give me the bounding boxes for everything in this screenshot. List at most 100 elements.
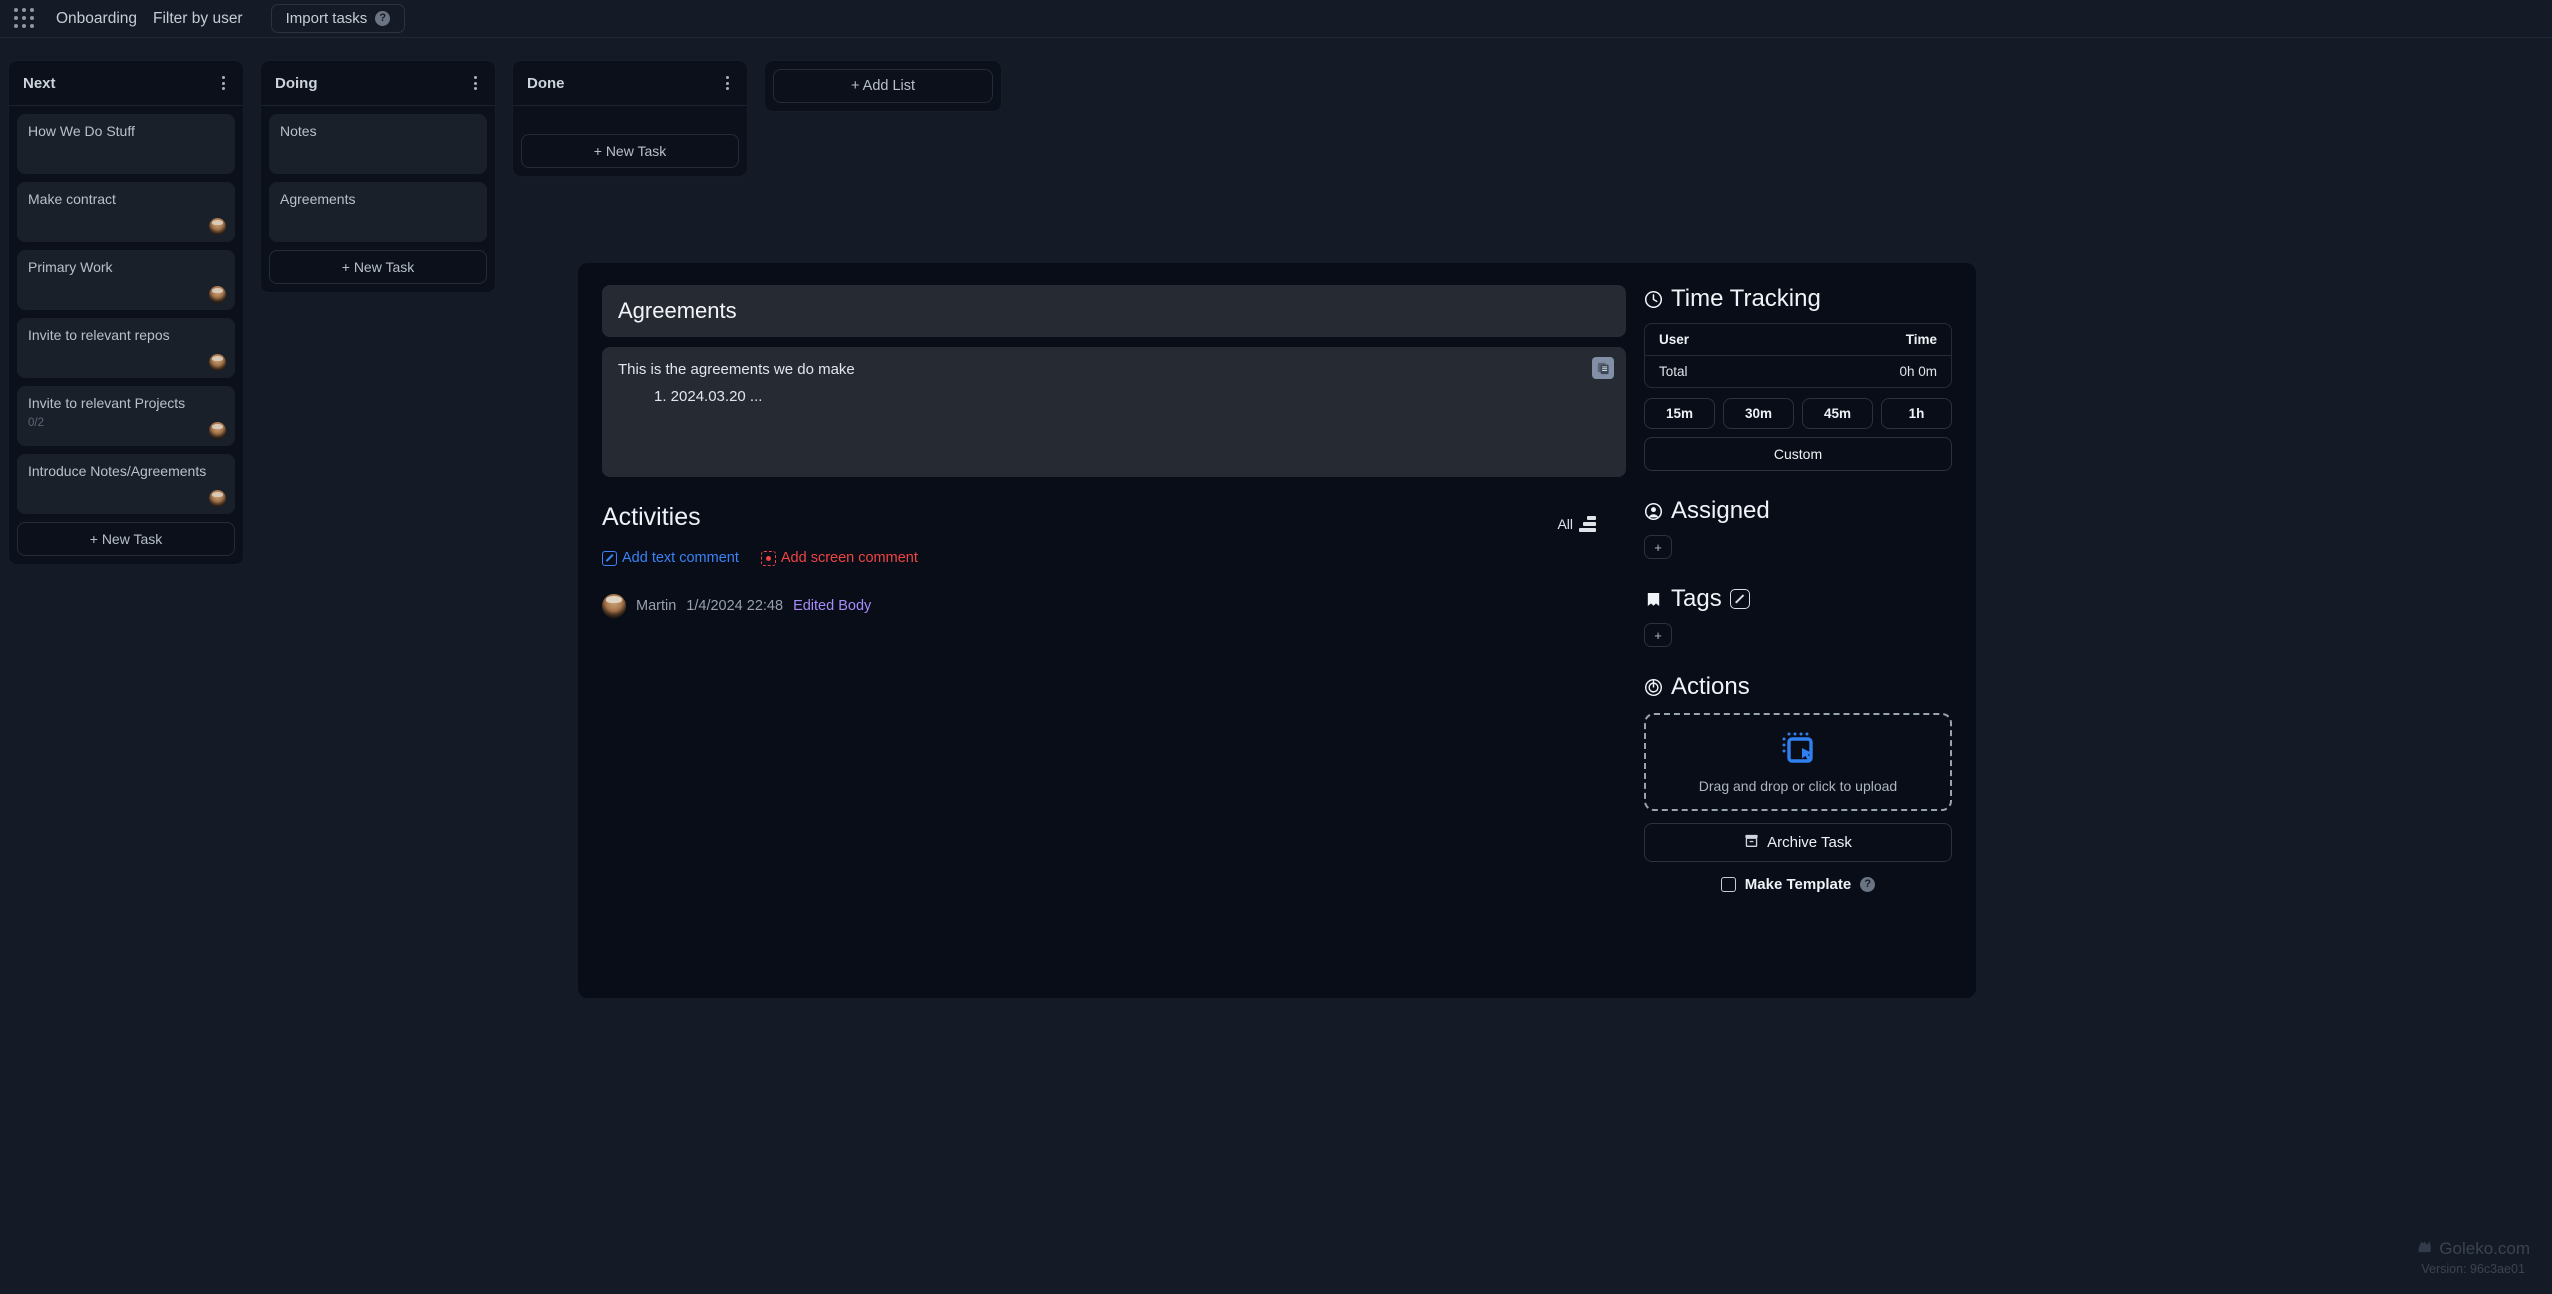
screen-target-icon — [760, 550, 776, 566]
task-card[interactable]: Primary Work — [17, 250, 235, 310]
task-card-title: How We Do Stuff — [28, 123, 135, 139]
list-header: Doing — [261, 61, 495, 106]
brand-row: Goleko.com — [2416, 1238, 2530, 1260]
avatar — [209, 422, 226, 439]
activity-time: 1/4/2024 22:48 — [686, 598, 784, 614]
sort-list-icon[interactable] — [1579, 516, 1596, 532]
avatar — [209, 354, 226, 371]
import-tasks-button[interactable]: Import tasks ? — [270, 4, 406, 33]
avatar — [602, 594, 626, 618]
task-card-title: Notes — [280, 123, 317, 139]
activities-filter[interactable]: All — [1557, 516, 1596, 532]
task-card-title: Invite to relevant Projects — [28, 395, 186, 411]
total-label: Total — [1659, 364, 1688, 379]
time-tracking-total-row: Total 0h 0m — [1645, 356, 1951, 387]
add-screen-comment-button[interactable]: Add screen comment — [760, 550, 918, 566]
make-template-help-icon[interactable]: ? — [1860, 877, 1876, 892]
task-card[interactable]: Make contract — [17, 182, 235, 242]
time-30m-button[interactable]: 30m — [1723, 398, 1794, 429]
time-tracking-header: Time Tracking — [1644, 285, 1952, 313]
list-title: Next — [23, 74, 56, 92]
list-menu-icon[interactable] — [722, 73, 733, 93]
add-text-comment-label: Add text comment — [622, 550, 739, 566]
activities-filter-label: All — [1557, 516, 1573, 532]
grid-apps-icon[interactable] — [14, 7, 36, 30]
list-cards: How We Do Stuff Make contract Primary Wo… — [9, 106, 243, 522]
time-15m-button[interactable]: 15m — [1644, 398, 1715, 429]
activities-header: Activities All — [602, 503, 1626, 532]
help-icon[interactable]: ? — [375, 11, 391, 26]
make-template-label: Make Template — [1744, 876, 1852, 893]
col-user: User — [1659, 332, 1690, 347]
total-value: 0h 0m — [1899, 364, 1937, 379]
task-card-title: Make contract — [28, 191, 116, 207]
task-card-title: Introduce Notes/Agreements — [28, 463, 207, 479]
task-card[interactable]: Introduce Notes/Agreements — [17, 454, 235, 514]
comment-actions: Add text comment Add screen comment — [602, 550, 1626, 566]
task-card-title: Invite to relevant repos — [28, 327, 170, 343]
filter-by-user[interactable]: Filter by user — [145, 6, 251, 32]
add-assignee-button[interactable]: + — [1644, 535, 1672, 559]
time-custom-button[interactable]: Custom — [1644, 437, 1952, 471]
list-column-next: Next How We Do Stuff Make contract Prima… — [8, 60, 244, 565]
activity-action[interactable]: Edited Body — [793, 598, 871, 614]
pencil-icon — [602, 550, 617, 566]
clock-icon — [1644, 290, 1663, 309]
version-label: Version: 96c3ae01 — [2421, 1262, 2525, 1276]
archive-task-button[interactable]: Archive Task — [1644, 823, 1952, 862]
assigned-header: Assigned — [1644, 497, 1952, 525]
task-card-title: Primary Work — [28, 259, 113, 275]
make-template-row[interactable]: Make Template ? — [1644, 876, 1952, 893]
task-card[interactable]: Invite to relevant Projects 0/2 — [17, 386, 235, 446]
task-card[interactable]: How We Do Stuff — [17, 114, 235, 174]
project-name[interactable]: Onboarding — [48, 6, 145, 32]
time-45m-button[interactable]: 45m — [1802, 398, 1873, 429]
tags-header: Tags — [1644, 585, 1952, 613]
task-card-title: Agreements — [280, 191, 356, 207]
task-card[interactable]: Agreements — [269, 182, 487, 242]
archive-task-label: Archive Task — [1767, 834, 1852, 851]
new-task-button[interactable]: + New Task — [269, 250, 487, 284]
flame-logo-icon — [2416, 1238, 2433, 1260]
add-tag-button[interactable]: + — [1644, 623, 1672, 647]
top-bar: Onboarding Filter by user Import tasks ? — [0, 0, 2552, 38]
watermark: Goleko.com Version: 96c3ae01 — [2416, 1238, 2530, 1276]
task-card[interactable]: Notes — [269, 114, 487, 174]
add-list-button[interactable]: + Add List — [773, 69, 993, 103]
assigned-title: Assigned — [1671, 497, 1770, 524]
task-card[interactable]: Invite to relevant repos — [17, 318, 235, 378]
list-header: Done — [513, 61, 747, 106]
file-dropzone[interactable]: Drag and drop or click to upload — [1644, 713, 1952, 811]
board-area: Next How We Do Stuff Make contract Prima… — [0, 38, 2552, 1294]
dropzone-label: Drag and drop or click to upload — [1698, 777, 1898, 794]
task-title-input[interactable]: Agreements — [602, 285, 1626, 337]
add-text-comment-button[interactable]: Add text comment — [602, 550, 739, 566]
make-template-checkbox[interactable] — [1720, 877, 1736, 892]
list-title: Done — [527, 74, 565, 92]
list-column-doing: Doing Notes Agreements + New Task — [260, 60, 496, 293]
list-title: Doing — [275, 74, 318, 92]
add-screen-comment-label: Add screen comment — [780, 550, 918, 566]
task-detail-panel: Agreements This is the agreements we do … — [578, 263, 1976, 998]
edit-tags-icon[interactable] — [1729, 589, 1750, 609]
time-1h-button[interactable]: 1h — [1881, 398, 1952, 429]
activity-user: Martin — [636, 598, 677, 614]
activities-title: Activities — [602, 503, 701, 531]
avatar — [209, 490, 226, 507]
list-header: Next — [9, 61, 243, 106]
user-circle-icon — [1644, 502, 1663, 521]
time-tracking-table: User Time Total 0h 0m — [1644, 323, 1952, 388]
upload-screenshot-icon — [1777, 731, 1819, 770]
list-column-done: Done + New Task — [512, 60, 748, 177]
copy-icon[interactable] — [1592, 357, 1614, 379]
list-cards — [513, 106, 747, 134]
task-body-editor[interactable]: This is the agreements we do make 1. 202… — [602, 347, 1626, 477]
task-card-progress: 0/2 — [28, 416, 44, 429]
list-menu-icon[interactable] — [218, 73, 229, 93]
new-task-button[interactable]: + New Task — [17, 522, 235, 556]
archive-box-icon — [1744, 833, 1759, 852]
new-task-button[interactable]: + New Task — [521, 134, 739, 168]
activity-entry: Martin 1/4/2024 22:48 Edited Body — [602, 594, 1626, 618]
list-menu-icon[interactable] — [470, 73, 481, 93]
task-body-text: This is the agreements we do make — [618, 361, 855, 378]
